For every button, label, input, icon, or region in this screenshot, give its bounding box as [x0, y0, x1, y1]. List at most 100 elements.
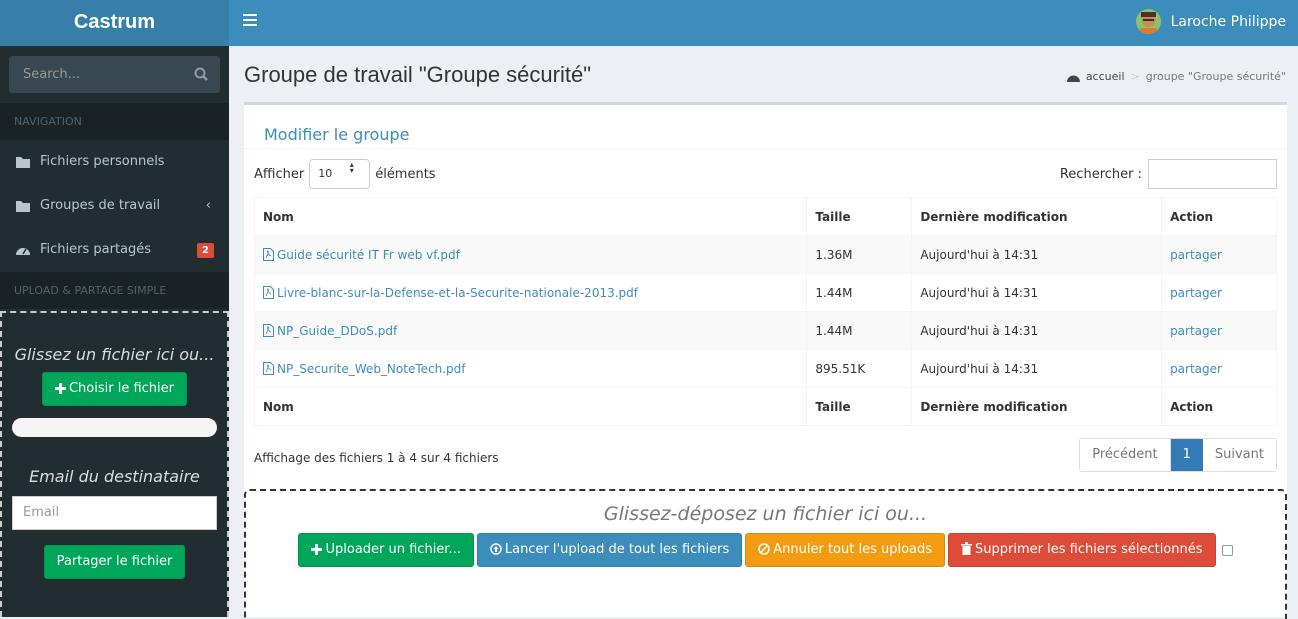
sidebar-dropzone[interactable]: Glissez un fichier ici ou... Choisir le … — [0, 311, 229, 617]
email-input[interactable]: Email — [12, 496, 217, 530]
app-logo[interactable]: Castrum — [0, 0, 229, 46]
cell-action: partager — [1161, 235, 1277, 274]
pagination: Précédent 1 Suivant — [1079, 438, 1277, 472]
page-length-select[interactable]: 10 — [309, 159, 371, 189]
delete-selected-button[interactable]: Supprimer les fichiers sélectionnés — [948, 533, 1216, 567]
column-footer-modification: Dernière modification — [911, 387, 1163, 426]
dropzone[interactable]: Glissez-déposez un fichier ici ou... Upl… — [244, 489, 1287, 619]
search-placeholder: Search... — [23, 67, 81, 82]
plus-icon — [54, 383, 66, 394]
user-menu[interactable]: Laroche Philippe — [1135, 9, 1286, 34]
ban-icon — [758, 543, 770, 555]
drop-text: Glissez un fichier ici ou... — [14, 345, 215, 364]
user-name: Laroche Philippe — [1170, 13, 1286, 30]
content: Groupe de travail "Groupe sécurité" accu… — [229, 46, 1298, 619]
top-navbar: Laroche Philippe — [229, 0, 1298, 46]
cell-name: Guide sécurité IT Fr web vf.pdf — [253, 235, 808, 274]
cell-name: Livre-blanc-sur-la-Defense-et-la-Securit… — [253, 273, 808, 312]
column-footer-taille: Taille — [806, 387, 913, 426]
button-label: Choisir le fichier — [68, 381, 174, 396]
sidebar-item-label: Fichiers partagés — [40, 242, 152, 257]
start-all-uploads-button[interactable]: Lancer l'upload de tout les fichiers — [476, 533, 743, 567]
share-link[interactable]: partager — [1170, 248, 1222, 262]
search-label: Rechercher : — [1059, 166, 1142, 182]
chevron-left-icon: ‹ — [205, 198, 211, 213]
cell-action: partager — [1161, 349, 1277, 388]
column-footer-nom: Nom — [253, 387, 808, 426]
sidebar: Search... NAVIGATION Fichiers personnels… — [0, 46, 229, 617]
cell-modified: Aujourd'hui à 14:31 — [911, 273, 1163, 312]
column-header-action[interactable]: Action — [1161, 197, 1277, 236]
table-row: Guide sécurité IT Fr web vf.pdf 1.36M Au… — [253, 235, 1277, 274]
file-name: NP_Guide_DDoS.pdf — [277, 323, 398, 338]
email-title: Email du destinataire — [29, 467, 200, 486]
cell-size: 895.51K — [806, 349, 913, 388]
share-link[interactable]: partager — [1170, 286, 1222, 300]
file-pdf-icon — [263, 286, 274, 299]
cell-size: 1.36M — [806, 235, 913, 274]
column-header-modification[interactable]: Dernière modification — [911, 197, 1163, 236]
cancel-all-uploads-button[interactable]: Annuler tout les uploads — [745, 533, 946, 567]
search-icon[interactable] — [194, 67, 208, 81]
breadcrumb-current: groupe "Groupe sécurité" — [1145, 70, 1286, 83]
table-info: Affichage des fichiers 1 à 4 sur 4 fichi… — [254, 451, 499, 465]
share-link[interactable]: partager — [1170, 362, 1222, 376]
show-label: Afficher — [254, 166, 305, 182]
column-footer-action: Action — [1161, 387, 1277, 426]
group-box: Modifier le groupe Afficher 10 éléments … — [244, 102, 1287, 619]
file-name: Guide sécurité IT Fr web vf.pdf — [277, 247, 460, 262]
count-badge: 2 — [197, 243, 214, 258]
arrow-circle-up-icon — [490, 543, 502, 555]
folder-icon — [16, 157, 30, 168]
cell-size: 1.44M — [806, 273, 913, 312]
plus-icon — [311, 544, 323, 555]
avatar — [1135, 9, 1161, 34]
share-file-button[interactable]: Partager le fichier — [43, 545, 186, 579]
button-label: Annuler tout les uploads — [773, 542, 933, 557]
cell-action: partager — [1161, 273, 1277, 312]
table-filter: Rechercher : — [1060, 159, 1277, 189]
table-search-input[interactable] — [1148, 159, 1277, 189]
sidebar-item-groupes-de-travail[interactable]: Groupes de travail ‹ — [0, 184, 229, 228]
file-link[interactable]: NP_Securite_Web_NoteTech.pdf — [263, 362, 798, 376]
button-label: Supprimer les fichiers sélectionnés — [975, 542, 1203, 557]
upload-progress-bar — [12, 418, 217, 437]
pagination-page-1[interactable]: 1 — [1170, 439, 1203, 471]
upload-header: UPLOAD & PARTAGE SIMPLE — [0, 272, 229, 309]
dashboard-icon — [1066, 75, 1080, 82]
upload-file-button[interactable]: Uploader un fichier... — [298, 533, 474, 567]
cell-modified: Aujourd'hui à 14:31 — [911, 235, 1163, 274]
column-header-nom[interactable]: Nom — [253, 197, 808, 236]
dropzone-text: Glissez-déposez un fichier ici ou... — [603, 503, 928, 525]
folder-icon — [16, 201, 30, 212]
pagination-next[interactable]: Suivant — [1203, 439, 1276, 471]
sidebar-item-label: Groupes de travail — [40, 198, 161, 213]
trash-icon — [961, 542, 973, 555]
cell-modified: Aujourd'hui à 14:31 — [911, 311, 1163, 350]
column-header-taille[interactable]: Taille — [806, 197, 913, 236]
file-link[interactable]: Livre-blanc-sur-la-Defense-et-la-Securit… — [263, 286, 798, 300]
show-suffix: éléments — [375, 166, 436, 182]
pagination-prev[interactable]: Précédent — [1080, 439, 1171, 471]
sidebar-item-label: Fichiers personnels — [40, 154, 165, 169]
file-name: Livre-blanc-sur-la-Defense-et-la-Securit… — [277, 285, 638, 300]
sidebar-search-input[interactable]: Search... — [9, 56, 220, 93]
table-row: NP_Guide_DDoS.pdf 1.44M Aujourd'hui à 14… — [253, 311, 1277, 350]
button-label: Uploader un fichier... — [325, 542, 461, 557]
file-pdf-icon — [263, 248, 274, 261]
nav-header: NAVIGATION — [0, 103, 229, 140]
table-row: Livre-blanc-sur-la-Defense-et-la-Securit… — [253, 273, 1277, 312]
cell-modified: Aujourd'hui à 14:31 — [911, 349, 1163, 388]
file-link[interactable]: NP_Guide_DDoS.pdf — [263, 324, 798, 338]
page-length: Afficher 10 éléments — [254, 159, 436, 189]
share-link[interactable]: partager — [1170, 324, 1222, 338]
sidebar-item-fichiers-partages[interactable]: Fichiers partagés 2 — [0, 228, 229, 272]
file-pdf-icon — [263, 362, 274, 375]
cell-size: 1.44M — [806, 311, 913, 350]
file-link[interactable]: Guide sécurité IT Fr web vf.pdf — [263, 248, 798, 262]
choose-file-button[interactable]: Choisir le fichier — [41, 372, 187, 406]
sidebar-item-fichiers-personnels[interactable]: Fichiers personnels — [0, 140, 229, 184]
breadcrumb-home[interactable]: accueil — [1086, 70, 1125, 83]
sidebar-toggle-icon[interactable] — [243, 14, 257, 26]
select-all-checkbox[interactable] — [1221, 544, 1233, 556]
